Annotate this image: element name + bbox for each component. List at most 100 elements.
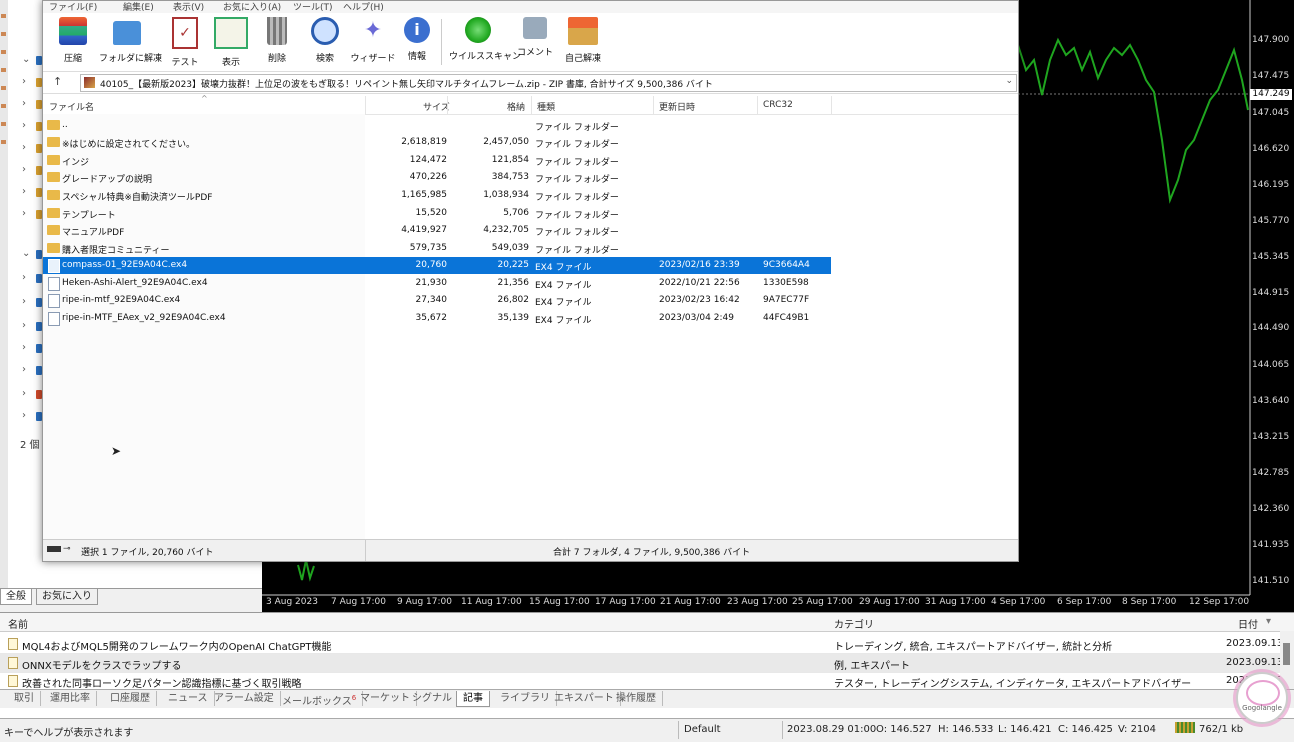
view-icon	[214, 17, 248, 49]
column-divider[interactable]	[757, 96, 758, 114]
tab-signals[interactable]: シグナル	[406, 691, 459, 706]
file-row[interactable]: スペシャル特典※自動決済ツールPDF 1,165,985 1,038,934 フ…	[43, 187, 831, 204]
navigator-tree-node[interactable]: ›	[0, 316, 42, 338]
tab-account-history[interactable]: 口座履歴	[104, 691, 157, 706]
column-divider[interactable]	[365, 96, 366, 114]
navigator-tree-node[interactable]: ⌄	[0, 50, 42, 72]
file-row[interactable]: テンプレート 15,520 5,706 ファイル フォルダー	[43, 205, 831, 222]
price-label: 141.510	[1252, 576, 1290, 586]
up-folder-button[interactable]: ↑	[53, 75, 62, 88]
column-header-packed[interactable]: 格納	[507, 100, 525, 113]
column-header-size[interactable]: サイズ	[423, 100, 450, 113]
file-row[interactable]: グレードアップの説明 470,226 384,753 ファイル フォルダー	[43, 169, 831, 186]
time-label: 12 Sep 17:00	[1189, 597, 1250, 607]
file-packed-size: 121,854	[491, 155, 529, 165]
tab-mailbox[interactable]: メールボックス6	[276, 691, 364, 707]
virus-scan-button[interactable]: ウイルススキャン	[449, 17, 521, 69]
tab-articles[interactable]: 記事	[456, 691, 490, 707]
price-label: 141.935	[1252, 540, 1290, 550]
file-row[interactable]: ripe-in-mtf_92E9A04C.ex4 27,340 26,802 E…	[43, 292, 831, 309]
tab-exposure[interactable]: 運用比率	[44, 691, 97, 706]
column-header-date[interactable]: 日付	[1238, 616, 1258, 631]
file-row[interactable]: 購入者限定コミュニティー 579,735 549,039 ファイル フォルダー	[43, 240, 831, 257]
test-icon: ✓	[172, 17, 198, 49]
column-header-type[interactable]: 種類	[537, 100, 555, 113]
menu-view[interactable]: 表示(V)	[173, 0, 204, 13]
column-header-name[interactable]: ファイル名	[49, 100, 94, 113]
file-row[interactable]: .. ファイル フォルダー	[43, 117, 831, 134]
info-button[interactable]: i 情報	[389, 17, 445, 69]
tab-journal[interactable]: 操作履歴	[610, 691, 663, 706]
navigator-tree-node[interactable]: ›	[0, 384, 42, 406]
navigator-tabs: 全般 お気に入り	[0, 588, 262, 606]
extract-to-folder-button[interactable]: フォルダに解凍	[99, 17, 162, 69]
menu-bar: ファイル(F) 編集(E) 表示(V) お気に入り(A) ツール(T) ヘルプ(…	[43, 1, 1018, 13]
file-row[interactable]: インジ 124,472 121,854 ファイル フォルダー	[43, 152, 831, 169]
chevron-right-icon: ›	[22, 320, 26, 331]
menu-help[interactable]: ヘルプ(H)	[343, 0, 384, 13]
navigator-tree-node[interactable]: ›	[0, 72, 42, 94]
column-divider[interactable]	[531, 96, 532, 114]
article-row[interactable]: ONNXモデルをクラスでラップする 例, エキスパート 2023.09.13	[0, 654, 1283, 673]
menu-edit[interactable]: 編集(E)	[123, 0, 154, 13]
navigator-tree-node[interactable]: ›	[0, 94, 42, 116]
navigator-tree-node[interactable]: ›	[0, 116, 42, 138]
drive-icon	[47, 546, 61, 552]
tab-alerts[interactable]: アラーム設定	[208, 691, 281, 706]
navigator-tree-node[interactable]: ›	[0, 204, 42, 226]
chevron-down-icon[interactable]: ⌄	[1005, 76, 1013, 86]
file-row[interactable]: マニュアルPDF 4,419,927 4,232,705 ファイル フォルダー	[43, 222, 831, 239]
navigator-tree-node[interactable]: ›	[0, 338, 42, 360]
info-label: 情報	[407, 52, 426, 62]
file-row[interactable]: Heken-Ashi-Alert_92E9A04C.ex4 21,930 21,…	[43, 275, 831, 292]
column-header-crc[interactable]: CRC32	[763, 100, 793, 110]
compress-button[interactable]: 圧縮	[45, 17, 101, 69]
address-field[interactable]: 40105_【最新版2023】破壊力抜群！上位足の波をもぎ取る！リペイント無し矢…	[80, 74, 1017, 92]
navigator-tree-node[interactable]: ›	[0, 268, 42, 290]
chevron-right-icon: ›	[22, 76, 26, 87]
column-header-modified[interactable]: 更新日時	[659, 100, 695, 113]
column-divider[interactable]	[831, 96, 832, 114]
article-category: テスター, トレーディングシステム, インディケータ, エキスパートアドバイザー	[834, 679, 1192, 690]
navigator-tree-node[interactable]: ›	[0, 292, 42, 314]
chevron-right-icon: ›	[22, 120, 26, 131]
scrollbar-thumb[interactable]	[1283, 643, 1290, 665]
file-crc: 1330E598	[763, 278, 809, 288]
bar-volume: V: 2104	[1118, 724, 1157, 735]
menu-tools[interactable]: ツール(T)	[293, 0, 333, 13]
file-packed-size: 20,225	[497, 260, 530, 270]
menu-favorites[interactable]: お気に入り(A)	[223, 0, 281, 13]
tab-general[interactable]: 全般	[0, 589, 32, 605]
navigator-tree-node[interactable]: ⌄	[0, 244, 42, 266]
file-row[interactable]: ※はじめに設定されてください。 2,618,819 2,457,050 ファイル…	[43, 134, 831, 151]
file-name: ripe-in-MTF_EAex_v2_92E9A04C.ex4	[62, 313, 226, 323]
menu-file[interactable]: ファイル(F)	[49, 0, 97, 13]
plug-icon: ⊸	[63, 544, 71, 554]
column-divider[interactable]	[447, 96, 448, 114]
navigator-tree-node[interactable]: ›	[0, 406, 42, 428]
chevron-right-icon: ›	[22, 296, 26, 307]
navigator-tree-node[interactable]: ›	[0, 138, 42, 160]
file-row[interactable]: ripe-in-MTF_EAex_v2_92E9A04C.ex4 35,672 …	[43, 310, 831, 327]
navigator-tree-node[interactable]: ›	[0, 360, 42, 382]
file-crc: 9A7EC77F	[763, 295, 810, 305]
article-row[interactable]: MQL4およびMQL5開発のフレームワーク内のOpenAI ChatGPT機能 …	[0, 635, 1283, 654]
file-modified: 2023/02/16 23:39	[659, 260, 740, 270]
self-extract-button[interactable]: 自己解凍	[555, 17, 611, 69]
column-divider[interactable]	[653, 96, 654, 114]
mouse-pointer-icon: ➤	[111, 444, 122, 458]
tab-news[interactable]: ニュース	[162, 691, 215, 706]
file-type: ファイル フォルダー	[535, 140, 619, 150]
navigator-tree-node[interactable]: ›	[0, 160, 42, 182]
time-label: 6 Sep 17:00	[1057, 597, 1112, 607]
search-icon	[311, 17, 339, 45]
file-row-selected[interactable]: compass-01_92E9A04C.ex4 20,760 20,225 EX…	[43, 257, 831, 274]
navigator-tree-node[interactable]: ›	[0, 182, 42, 204]
tab-trade[interactable]: 取引	[8, 691, 41, 706]
folder-icon	[47, 172, 60, 182]
column-header-category[interactable]: カテゴリ	[834, 616, 874, 631]
tab-favorites[interactable]: お気に入り	[36, 589, 98, 605]
column-header-name[interactable]: 名前	[8, 616, 28, 631]
file-icon	[48, 294, 60, 308]
chevron-right-icon: ›	[22, 164, 26, 175]
